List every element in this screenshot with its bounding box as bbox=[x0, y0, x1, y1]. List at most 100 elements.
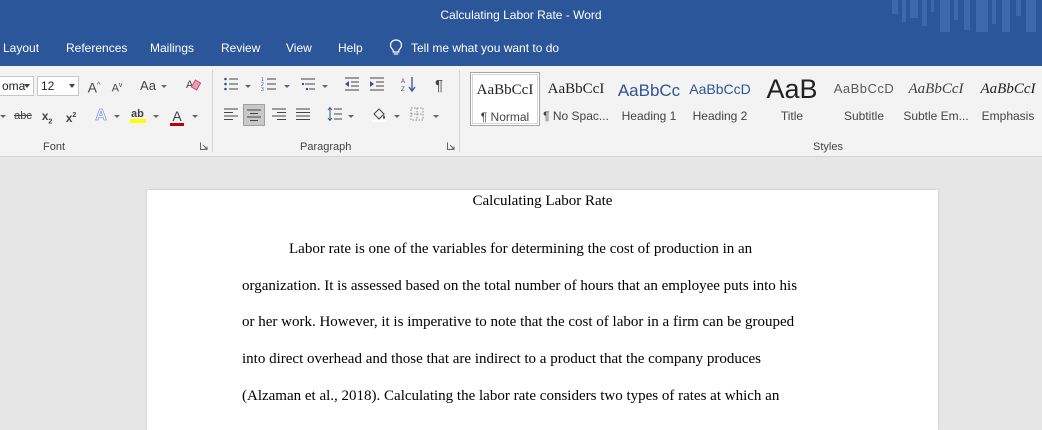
document-page[interactable]: Calculating Labor Rate Labor rate is one… bbox=[147, 190, 938, 430]
paragraph-group-label: Paragraph bbox=[300, 141, 352, 153]
group-separator bbox=[212, 70, 213, 152]
grow-font-button[interactable]: A^ bbox=[86, 76, 102, 96]
svg-text:Z: Z bbox=[401, 87, 405, 92]
increase-indent-button[interactable] bbox=[368, 76, 386, 96]
bullets-button[interactable] bbox=[222, 76, 240, 96]
justify-button[interactable] bbox=[294, 106, 312, 126]
style-name: ¶ Normal bbox=[480, 110, 530, 124]
style-title[interactable]: AaB Title bbox=[757, 72, 827, 126]
chevron-down-icon bbox=[394, 115, 400, 118]
style-subtitle[interactable]: AaBbCcD Subtitle bbox=[829, 72, 899, 126]
ribbon-tabs: Layout References Mailings Review View H… bbox=[0, 32, 1042, 66]
font-size-value: 12 bbox=[41, 79, 55, 93]
subscript-button[interactable]: x2 bbox=[38, 106, 56, 126]
chevron-down-icon bbox=[161, 85, 167, 88]
style-no-spacing[interactable]: AaBbCcI ¶ No Spac... bbox=[541, 72, 611, 126]
line-spacing-button[interactable] bbox=[326, 106, 344, 126]
numbering-button[interactable]: 1 2 3 bbox=[260, 76, 278, 96]
tab-layout[interactable]: Layout bbox=[3, 41, 39, 55]
font-name-combo[interactable]: oma bbox=[0, 76, 34, 96]
style-heading-2[interactable]: AaBbCcD Heading 2 bbox=[685, 72, 755, 126]
tab-review[interactable]: Review bbox=[221, 41, 260, 55]
text-effects-button[interactable]: A bbox=[93, 106, 109, 126]
tab-view[interactable]: View bbox=[286, 41, 312, 55]
style-sample: AaBbCcD bbox=[833, 81, 895, 96]
chevron-down-icon bbox=[322, 85, 328, 88]
style-normal[interactable]: AaBbCcI ¶ Normal bbox=[470, 72, 540, 126]
tab-help[interactable]: Help bbox=[338, 41, 363, 55]
tab-mailings[interactable]: Mailings bbox=[150, 41, 194, 55]
chevron-down-icon bbox=[0, 115, 6, 118]
line-spacing-icon bbox=[327, 106, 342, 122]
style-sample: AaBbCcI bbox=[476, 82, 534, 98]
shrink-font-icon: A bbox=[111, 82, 119, 95]
document-title[interactable]: Calculating Labor Rate bbox=[147, 193, 938, 210]
eraser-icon: A bbox=[186, 79, 202, 91]
document-line[interactable]: into direct overhead and those that are … bbox=[242, 351, 761, 368]
sort-button[interactable]: A Z bbox=[400, 76, 418, 96]
font-color-button[interactable]: A bbox=[168, 106, 186, 126]
document-canvas[interactable]: Calculating Labor Rate Labor rate is one… bbox=[0, 157, 1042, 430]
style-name: Heading 2 bbox=[692, 109, 748, 123]
decrease-indent-button[interactable] bbox=[343, 76, 361, 96]
highlighter-icon: ab bbox=[130, 108, 146, 123]
styles-gallery: AaBbCcI ¶ Normal AaBbCcI ¶ No Spac... Aa… bbox=[467, 70, 1042, 130]
change-case-icon: Aa bbox=[140, 78, 156, 93]
superscript-button[interactable]: x2 bbox=[62, 106, 80, 126]
font-name-value: oma bbox=[2, 79, 26, 93]
align-right-button[interactable] bbox=[270, 106, 288, 126]
multilevel-list-button[interactable] bbox=[299, 76, 317, 96]
font-size-combo[interactable]: 12 bbox=[37, 76, 79, 96]
change-case-button[interactable]: Aa bbox=[138, 76, 158, 96]
svg-text:3: 3 bbox=[261, 87, 264, 92]
paragraph-dialog-launcher-icon[interactable] bbox=[447, 142, 455, 150]
text-effects-extra-button[interactable] bbox=[0, 106, 8, 126]
strikethrough-icon: abc bbox=[14, 110, 32, 122]
ribbon: oma 12 A^ Av Aa A abc x2 x2 A ab A Font bbox=[0, 66, 1042, 157]
font-dialog-launcher-icon[interactable] bbox=[200, 142, 208, 150]
style-subtle-emphasis[interactable]: AaBbCcI Subtle Em... bbox=[901, 72, 971, 126]
align-right-icon bbox=[272, 108, 286, 120]
align-left-icon bbox=[224, 108, 238, 120]
align-center-button[interactable] bbox=[243, 104, 265, 126]
chevron-down-icon bbox=[348, 115, 354, 118]
style-name: Subtle Em... bbox=[903, 109, 969, 123]
shrink-font-button[interactable]: Av bbox=[110, 76, 124, 96]
style-emphasis[interactable]: AaBbCcI Emphasis bbox=[973, 72, 1042, 126]
style-heading-1[interactable]: AaBbCc Heading 1 bbox=[614, 72, 684, 126]
tell-me-search[interactable]: Tell me what you want to do bbox=[389, 39, 559, 56]
shading-button[interactable] bbox=[370, 106, 388, 126]
tab-references[interactable]: References bbox=[66, 41, 127, 55]
strikethrough-button[interactable]: abc bbox=[12, 106, 34, 126]
borders-icon bbox=[410, 107, 424, 121]
highlight-button[interactable]: ab bbox=[128, 106, 148, 126]
document-line[interactable]: Labor rate is one of the variables for d… bbox=[289, 241, 752, 258]
window-title: Calculating Labor Rate - Word bbox=[440, 8, 602, 22]
chevron-down-icon bbox=[433, 115, 439, 118]
paint-bucket-icon bbox=[372, 108, 386, 122]
document-line[interactable]: (Alzaman et al., 2018). Calculating the … bbox=[242, 388, 779, 405]
style-name: Title bbox=[780, 109, 804, 123]
clear-formatting-button[interactable]: A bbox=[184, 76, 202, 96]
chevron-down-icon bbox=[24, 84, 30, 88]
borders-button[interactable] bbox=[408, 106, 426, 126]
font-color-swatch bbox=[170, 123, 184, 126]
document-line[interactable]: or her work. However, it is imperative t… bbox=[242, 314, 794, 331]
svg-text:ab: ab bbox=[131, 108, 144, 120]
document-line[interactable]: organization. It is assessed based on th… bbox=[242, 278, 797, 295]
style-sample: AaBbCcI bbox=[547, 81, 605, 97]
svg-text:A: A bbox=[401, 79, 405, 85]
title-bar: Calculating Labor Rate - Word bbox=[0, 0, 1042, 32]
chevron-down-icon bbox=[284, 85, 290, 88]
chevron-down-icon bbox=[153, 115, 159, 118]
align-left-button[interactable] bbox=[222, 106, 240, 126]
lightbulb-icon bbox=[389, 39, 403, 55]
chevron-down-icon bbox=[114, 115, 120, 118]
style-sample: AaBbCc bbox=[617, 81, 681, 100]
justify-icon bbox=[296, 108, 310, 120]
increase-indent-icon bbox=[370, 77, 384, 91]
multilevel-list-icon bbox=[301, 78, 315, 90]
show-formatting-button[interactable]: ¶ bbox=[430, 76, 448, 96]
font-color-icon: A bbox=[172, 108, 182, 124]
style-name: Heading 1 bbox=[621, 109, 677, 123]
